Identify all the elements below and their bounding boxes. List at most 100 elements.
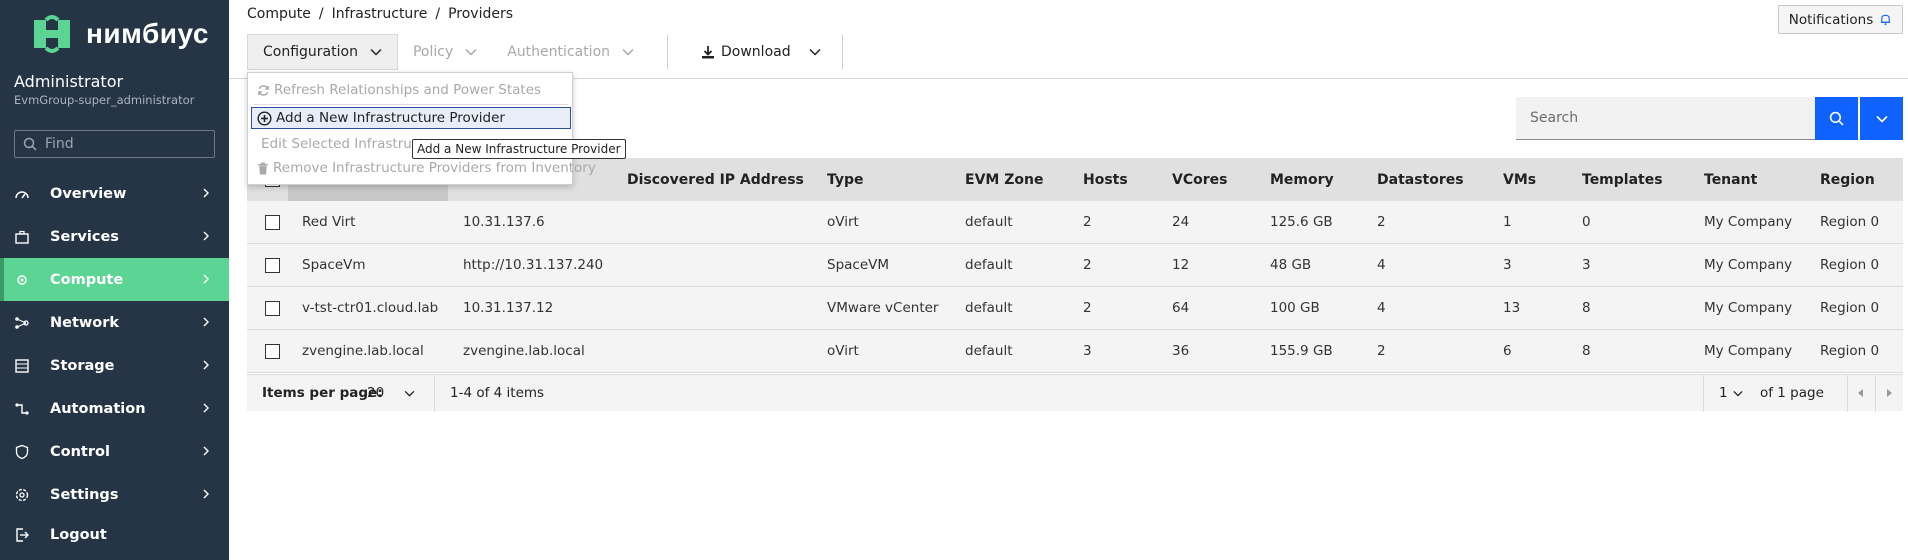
- cell-hosts: 2: [1083, 214, 1092, 230]
- breadcrumb-separator: /: [435, 6, 441, 22]
- cell-vcores: 36: [1172, 343, 1190, 359]
- toolbar: Configuration Policy Authentication Down…: [247, 33, 861, 70]
- menu-item-refresh[interactable]: Refresh Relationships and Power States: [257, 79, 541, 101]
- caret-left-icon: [1858, 389, 1863, 397]
- row-checkbox[interactable]: [265, 258, 280, 273]
- previous-page-button[interactable]: [1847, 375, 1875, 412]
- item-range: 1-4 of 4 items: [450, 385, 545, 401]
- items-per-page-select[interactable]: 20: [367, 385, 415, 401]
- plus-circle-icon: [257, 110, 272, 126]
- cell-vms: 3: [1503, 257, 1512, 273]
- column-header-hosts[interactable]: Hosts: [1083, 172, 1128, 188]
- page-select[interactable]: 1: [1719, 385, 1743, 401]
- sidebar-item-compute[interactable]: Compute: [0, 258, 229, 301]
- row-checkbox[interactable]: [265, 344, 280, 359]
- column-header-memory[interactable]: Memory: [1270, 172, 1334, 188]
- cell-datastores: 4: [1377, 257, 1386, 273]
- toolbar-divider: [841, 34, 843, 69]
- cell-zone: default: [965, 300, 1013, 316]
- page-count: of 1 page: [1760, 385, 1824, 401]
- breadcrumb-compute[interactable]: Compute: [247, 6, 311, 22]
- cell-name[interactable]: Red Virt: [302, 214, 355, 230]
- sidebar-item-services[interactable]: Services: [0, 215, 229, 258]
- sidebar-item-control[interactable]: Control: [0, 430, 229, 473]
- sidebar-item-network[interactable]: Network: [0, 301, 229, 344]
- table-row[interactable]: Red Virt 10.31.137.6 oVirt default 2 24 …: [247, 201, 1903, 244]
- search-button[interactable]: [1815, 97, 1858, 140]
- column-header-datastores[interactable]: Datastores: [1377, 172, 1464, 188]
- column-header-ip[interactable]: Discovered IP Address: [627, 172, 804, 188]
- column-header-zone[interactable]: EVM Zone: [965, 172, 1043, 188]
- sidebar-nav: Overview Services Compute Network Storag…: [0, 172, 229, 516]
- caret-right-icon: [1887, 389, 1892, 397]
- notifications-button[interactable]: Notifications: [1778, 5, 1903, 34]
- table-row[interactable]: zvengine.lab.local zvengine.lab.local oV…: [247, 330, 1903, 373]
- table-row[interactable]: v-tst-ctr01.cloud.lab 10.31.137.12 VMwar…: [247, 287, 1903, 330]
- find-input[interactable]: Find: [14, 130, 215, 158]
- menu-item-label: Edit Selected Infrastructure Provider: [261, 136, 427, 152]
- cell-tenant: My Company: [1704, 300, 1793, 316]
- settings-icon: [14, 487, 30, 503]
- menu-item-edit-provider[interactable]: Edit Selected Infrastructure Provider: [257, 133, 427, 155]
- cell-type: oVirt: [827, 214, 859, 230]
- search-icon: [1829, 111, 1844, 126]
- cell-vcores: 24: [1172, 214, 1190, 230]
- sidebar-item-overview[interactable]: Overview: [0, 172, 229, 215]
- sidebar-item-automation[interactable]: Automation: [0, 387, 229, 430]
- sidebar-item-storage[interactable]: Storage: [0, 344, 229, 387]
- column-header-vcores[interactable]: VCores: [1172, 172, 1227, 188]
- cell-hosts: 3: [1083, 343, 1092, 359]
- menu-item-add-provider[interactable]: Add a New Infrastructure Provider: [251, 107, 571, 129]
- cell-datastores: 2: [1377, 343, 1386, 359]
- configuration-dropdown-menu: Refresh Relationships and Power States A…: [247, 72, 596, 185]
- cell-tenant: My Company: [1704, 214, 1793, 230]
- search-icon: [23, 137, 37, 151]
- chevron-right-icon: [203, 188, 209, 198]
- chevron-right-icon: [203, 403, 209, 413]
- cell-name[interactable]: SpaceVm: [302, 257, 366, 273]
- refresh-icon: [258, 84, 269, 96]
- cell-templates: 3: [1582, 257, 1591, 273]
- sidebar-item-settings[interactable]: Settings: [0, 473, 229, 516]
- menu-item-remove-provider[interactable]: Remove Infrastructure Providers from Inv…: [257, 157, 596, 179]
- column-header-templates[interactable]: Templates: [1582, 172, 1663, 188]
- row-checkbox[interactable]: [265, 301, 280, 316]
- column-header-region[interactable]: Region: [1820, 172, 1875, 188]
- cell-memory: 155.9 GB: [1270, 343, 1333, 359]
- download-menu-button[interactable]: Download: [686, 34, 836, 70]
- cell-name[interactable]: v-tst-ctr01.cloud.lab: [302, 300, 438, 316]
- configuration-menu-button[interactable]: Configuration: [247, 33, 398, 70]
- policy-label: Policy: [412, 43, 454, 60]
- dashboard-icon: [14, 186, 30, 202]
- logout-link[interactable]: Logout: [14, 527, 107, 543]
- chevron-down-icon: [1732, 390, 1743, 396]
- cell-templates: 8: [1582, 300, 1591, 316]
- advanced-search-toggle[interactable]: [1860, 97, 1903, 140]
- chevron-down-icon: [465, 48, 477, 56]
- menu-divider: [254, 104, 568, 105]
- cell-ip: 10.31.137.6: [463, 214, 545, 230]
- breadcrumb: Compute / Infrastructure / Providers: [247, 6, 513, 22]
- logout-label: Logout: [50, 527, 107, 543]
- column-header-type[interactable]: Type: [827, 172, 864, 188]
- breadcrumb-infrastructure[interactable]: Infrastructure: [332, 6, 428, 22]
- next-page-button[interactable]: [1875, 375, 1903, 412]
- brand-logo[interactable]: нимбиус: [30, 14, 209, 54]
- table-row[interactable]: SpaceVm http://10.31.137.240 SpaceVM def…: [247, 244, 1903, 287]
- cell-name[interactable]: zvengine.lab.local: [302, 343, 424, 359]
- authentication-menu-button[interactable]: Authentication: [492, 34, 649, 70]
- cell-zone: default: [965, 257, 1013, 273]
- sidebar-item-label: Overview: [50, 185, 127, 202]
- menu-item-label: Remove Infrastructure Providers from Inv…: [273, 160, 596, 176]
- column-header-tenant[interactable]: Tenant: [1704, 172, 1757, 188]
- search-input[interactable]: Search: [1516, 97, 1815, 140]
- cell-datastores: 2: [1377, 214, 1386, 230]
- breadcrumb-separator: /: [318, 6, 324, 22]
- network-icon: [14, 315, 30, 331]
- column-header-vms[interactable]: VMs: [1503, 172, 1536, 188]
- find-placeholder: Find: [45, 136, 74, 152]
- row-checkbox[interactable]: [265, 215, 280, 230]
- download-icon: [702, 45, 715, 58]
- tooltip: Add a New Infrastructure Provider: [412, 139, 626, 159]
- policy-menu-button[interactable]: Policy: [398, 34, 492, 70]
